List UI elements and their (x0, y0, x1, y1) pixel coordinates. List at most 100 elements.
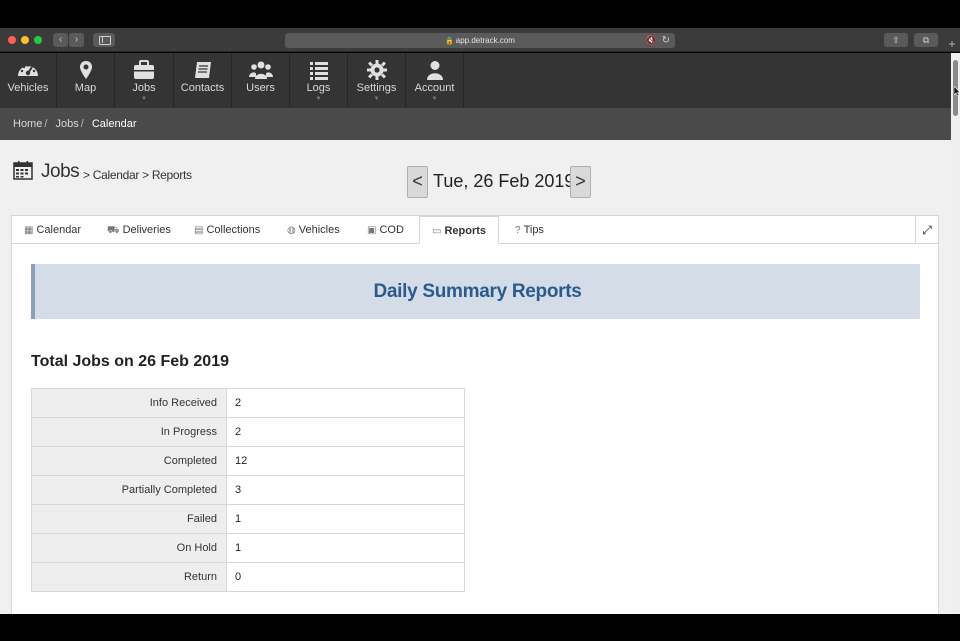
nav-label: Settings (356, 82, 397, 94)
status-label: Info Received (31, 388, 227, 418)
breadcrumb-home[interactable]: Home (13, 118, 42, 130)
mute-icon[interactable]: 🔇 (646, 33, 657, 48)
status-label: Completed (31, 446, 227, 476)
status-label: On Hold (31, 533, 227, 563)
tabs-icon: ⧉ (922, 35, 930, 45)
nav-users[interactable]: Users (232, 53, 290, 108)
truck-icon: ⛟ (107, 225, 120, 236)
next-day-button[interactable]: > (570, 166, 591, 198)
status-count: 12 (226, 446, 465, 476)
breadcrumb-separator: / (80, 118, 84, 130)
tab-label: Reports (444, 225, 487, 237)
tab-label: Deliveries (122, 224, 171, 236)
caret-down-icon: ▼ (141, 96, 147, 102)
tab-label: COD (379, 224, 404, 236)
dashboard-icon (18, 64, 38, 76)
minimize-window-button[interactable] (21, 36, 29, 44)
lock-icon: 🔒 (445, 38, 454, 45)
table-row: Info Received 2 (31, 388, 465, 418)
reports-panel: ▦ Calendar ⛟ Deliveries ▤ Collections ◍ Vehi… (11, 215, 939, 614)
nav-logs[interactable]: Logs ▼ (290, 53, 348, 108)
tab-calendar[interactable]: ▦ Calendar (24, 216, 81, 244)
nav-label: Jobs (132, 82, 156, 94)
status-count: 2 (226, 388, 465, 418)
table-row: Failed 1 (31, 504, 465, 534)
nav-label: Logs (306, 82, 331, 94)
tab-tips[interactable]: ? Tips (515, 216, 544, 244)
expand-icon: ⤢ (922, 223, 932, 237)
status-count: 2 (226, 417, 465, 447)
status-label: Return (31, 562, 227, 592)
new-tab-button[interactable]: + (944, 38, 960, 52)
mouse-pointer-icon (954, 86, 960, 96)
nav-jobs[interactable]: Jobs ▼ (115, 53, 174, 108)
status-label: Failed (31, 504, 227, 534)
caret-down-icon: ▼ (373, 96, 380, 102)
totals-heading: Total Jobs on 26 Feb 2019 (31, 353, 229, 370)
nav-settings[interactable]: Settings ▼ (348, 53, 406, 108)
nav-label: Map (74, 82, 97, 94)
share-button[interactable]: ⇧ (884, 33, 908, 47)
money-icon: ▣ (367, 225, 377, 236)
breadcrumb-separator: / (44, 118, 48, 130)
tab-collections[interactable]: ▤ Collections (194, 216, 260, 244)
fullscreen-button[interactable]: ⤢ (915, 216, 938, 244)
zoom-window-button[interactable] (34, 36, 42, 44)
page-scrollbar[interactable] (951, 53, 960, 614)
gear-icon (366, 60, 387, 80)
status-count: 0 (226, 562, 465, 592)
caret-down-icon: ▼ (315, 96, 322, 102)
status-label: Partially Completed (31, 475, 227, 505)
chevron-right-icon: › (74, 34, 79, 45)
page-subtitle: > Calendar > Reports (83, 168, 192, 182)
nav-map[interactable]: Map (57, 53, 115, 108)
briefcase-icon (134, 60, 154, 79)
address-book-icon (194, 62, 211, 78)
tab-overview-button[interactable]: ⧉ (914, 33, 938, 47)
table-row: On Hold 1 (31, 533, 465, 563)
previous-day-button[interactable]: < (407, 166, 428, 198)
nav-vehicles[interactable]: Vehicles (0, 53, 57, 108)
breadcrumb-current: Calendar (91, 118, 137, 130)
list-icon (309, 62, 328, 80)
app-viewport: Vehicles Map Jobs ▼ Contacts Users Logs … (0, 53, 951, 614)
caret-down-icon: ▼ (431, 96, 438, 102)
calendar-icon (13, 161, 33, 180)
reload-icon[interactable]: ↻ (662, 33, 670, 48)
screen: ‹ › 🔒 app.detrack.com 🔇 ↻ ⇧ ⧉ + Vehicles … (0, 0, 960, 641)
question-circle-icon: ? (515, 225, 521, 236)
browser-forward-button[interactable]: › (69, 33, 84, 47)
car-icon: ◍ (287, 225, 296, 236)
address-bar[interactable]: 🔒 app.detrack.com 🔇 ↻ (285, 33, 675, 48)
sidebar-toggle-button[interactable] (93, 33, 115, 47)
nav-contacts[interactable]: Contacts (174, 53, 232, 108)
status-count: 3 (226, 475, 465, 505)
breadcrumb: Home / Jobs / Calendar (0, 108, 951, 140)
status-count: 1 (226, 504, 465, 534)
table-row: Completed 12 (31, 446, 465, 476)
tab-label: Tips (523, 224, 544, 236)
job-status-table: Info Received 2 In Progress 2 Completed 12 … (31, 388, 465, 592)
close-window-button[interactable] (8, 36, 16, 44)
page-title: Jobs (41, 161, 80, 182)
tab-bar: ▦ Calendar ⛟ Deliveries ▤ Collections ◍ Vehi… (12, 216, 938, 244)
browser-back-button[interactable]: ‹ (53, 33, 68, 47)
tab-cod[interactable]: ▣ COD (367, 216, 404, 244)
tab-deliveries[interactable]: ⛟ Deliveries (107, 216, 171, 244)
report-title: Daily Summary Reports (373, 281, 582, 302)
chevron-left-icon: ‹ (58, 34, 63, 45)
nav-account[interactable]: Account ▼ (406, 53, 464, 108)
tab-reports[interactable]: ▭ Reports (419, 216, 500, 244)
table-row: Return 0 (31, 562, 465, 592)
desktop-icon: ▭ (432, 226, 442, 237)
tab-label: Collections (206, 224, 261, 236)
breadcrumb-jobs[interactable]: Jobs (55, 118, 78, 130)
users-icon (248, 61, 273, 79)
current-date: Tue, 26 Feb 2019 (433, 171, 575, 191)
tab-label: Vehicles (298, 224, 340, 236)
tab-vehicles[interactable]: ◍ Vehicles (287, 216, 340, 244)
main-navigation: Vehicles Map Jobs ▼ Contacts Users Logs … (0, 53, 951, 108)
tab-label: Calendar (36, 224, 82, 236)
url-text: app.detrack.com (455, 36, 515, 45)
map-pin-icon (79, 61, 92, 79)
